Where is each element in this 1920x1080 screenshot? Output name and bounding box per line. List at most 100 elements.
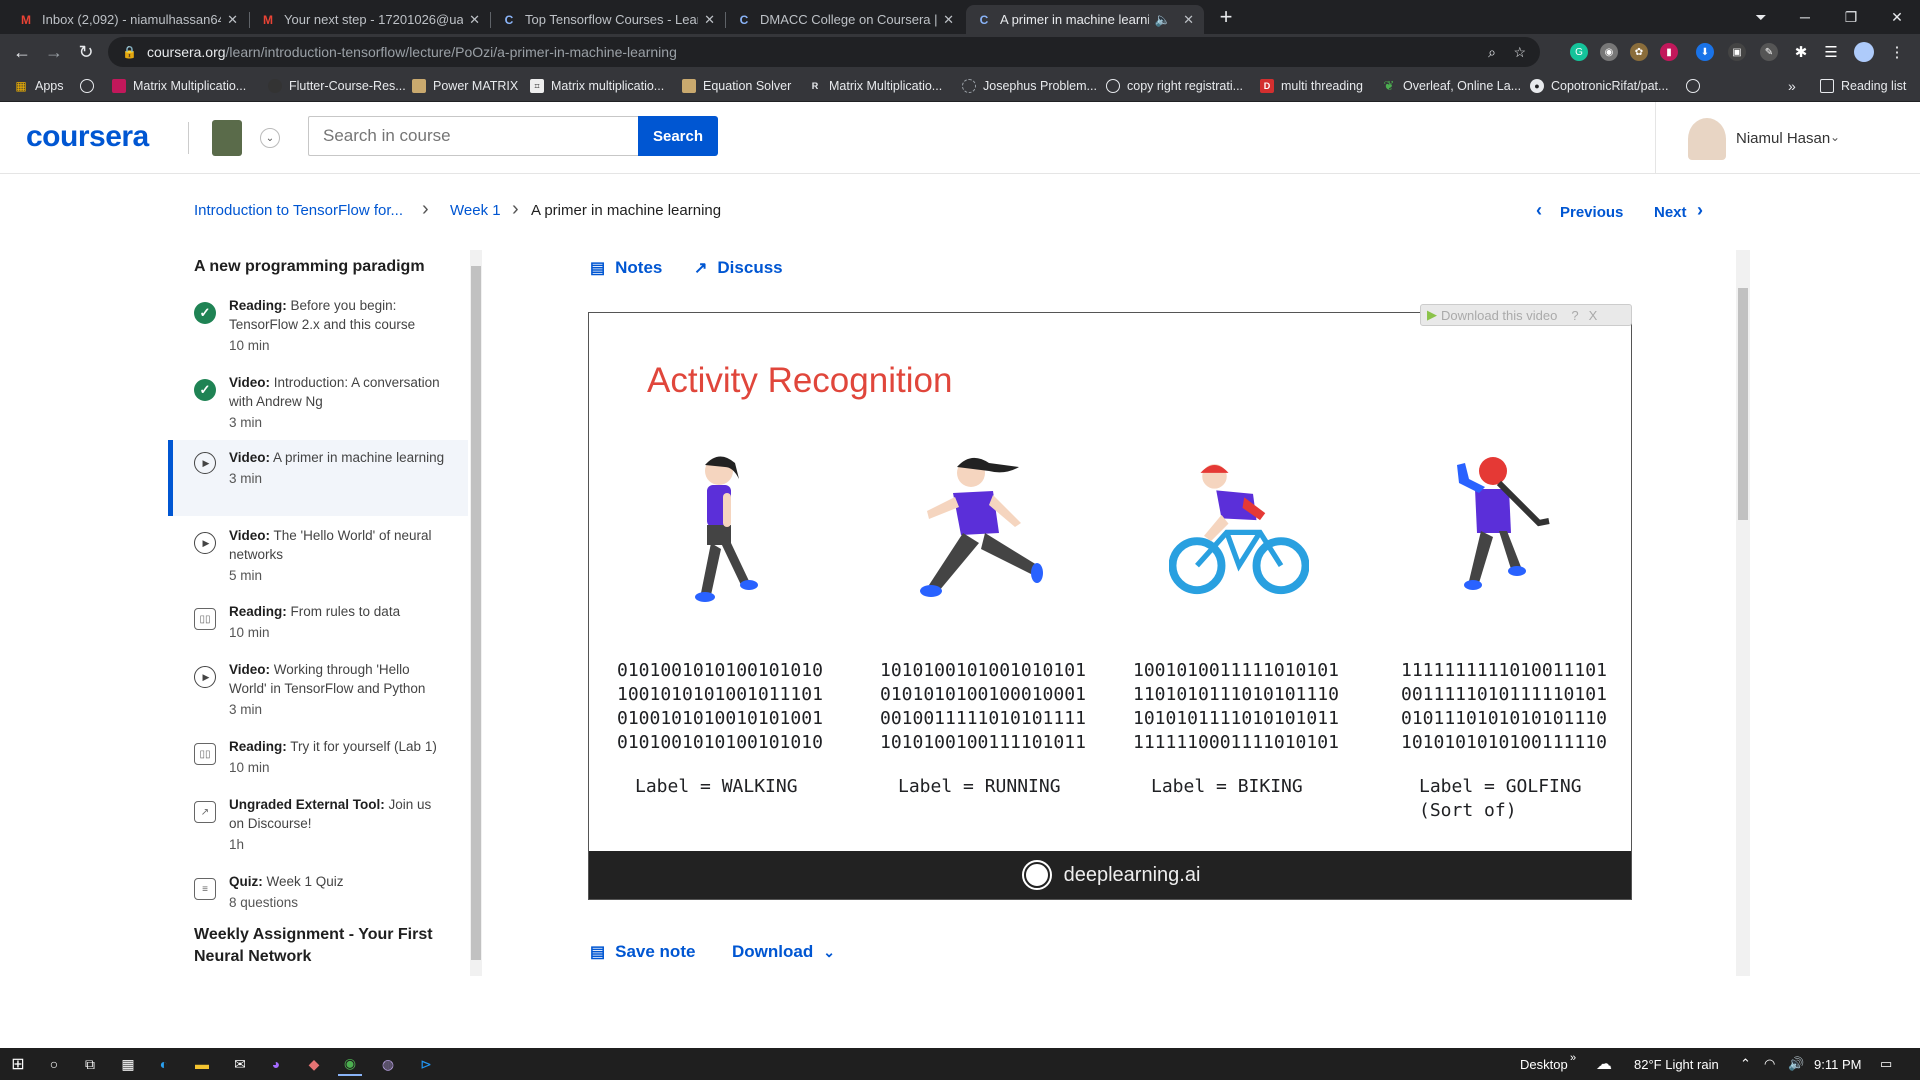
bookmark-item[interactable]: Flutter-Course-Res... [268, 70, 406, 102]
chevron-right-icon[interactable]: › [1697, 200, 1703, 221]
bookmark-item[interactable]: Josephus Problem... [962, 70, 1097, 102]
bookmark-item[interactable]: ⌗ Matrix multiplicatio... [530, 70, 664, 102]
bookmark-item[interactable]: Equation Solver [682, 70, 791, 102]
pen-extension-icon[interactable]: ✎ [1760, 43, 1778, 61]
grammarly-icon[interactable]: G [1570, 43, 1588, 61]
windows-start-icon[interactable]: ⊞ [6, 1052, 30, 1076]
extension-badge-icon[interactable]: ▮ [1660, 43, 1678, 61]
main-scrollbar[interactable] [1736, 250, 1750, 976]
back-icon[interactable]: ← [8, 38, 36, 66]
notification-icon[interactable]: ▭ [1880, 1048, 1892, 1080]
help-icon[interactable]: ? [1571, 308, 1578, 323]
breadcrumb-week[interactable]: Week 1 [450, 202, 501, 219]
clock[interactable]: 9:11 PM [1814, 1048, 1861, 1080]
vscode-icon[interactable]: ⊳ [414, 1052, 438, 1076]
puzzle-extensions-icon[interactable]: ✱ [1792, 43, 1810, 61]
tab-gmail-inbox[interactable]: M Inbox (2,092) - niamulhassan64@ ✕ [8, 5, 248, 34]
course-thumbnail[interactable] [212, 120, 242, 156]
bookmarks-overflow-button[interactable]: » [1788, 70, 1796, 102]
coursera-logo[interactable]: coursera [26, 120, 149, 154]
close-tab-icon[interactable]: ✕ [227, 12, 238, 28]
avatar[interactable] [1688, 118, 1726, 160]
notes-link[interactable]: ▤ Notes [590, 258, 662, 278]
restore-button[interactable]: ❐ [1828, 0, 1874, 34]
scrollbar-thumb[interactable] [1738, 288, 1748, 520]
close-tab-icon[interactable]: ✕ [469, 12, 480, 28]
bookmark-item[interactable]: ● CopotronicRifat/pat... [1530, 70, 1668, 102]
profile-avatar[interactable] [1854, 42, 1874, 62]
bookmark-item[interactable]: Power MATRIX [412, 70, 518, 102]
sidebar-item-hello-world[interactable]: ▶ Video: The 'Hello World' of neural net… [168, 520, 468, 594]
scrollbar-thumb[interactable] [471, 266, 481, 960]
bookmark-item[interactable]: copy right registrati... [1106, 70, 1243, 102]
bookmark-item[interactable] [80, 70, 101, 102]
media-control-icon[interactable]: ☰ [1822, 43, 1840, 61]
messenger-icon[interactable]: ◕ [264, 1052, 288, 1076]
close-icon[interactable]: X [1589, 308, 1598, 323]
bookmark-item[interactable] [1686, 70, 1707, 102]
bookmark-item[interactable]: Dmulti threading [1260, 70, 1363, 102]
sidebar-item-working-through[interactable]: ▶ Video: Working through 'Hello World' i… [168, 654, 468, 728]
search-button[interactable]: Search [638, 116, 718, 156]
sidebar-item-primer-machine-learning[interactable]: ▶ Video: A primer in machine learning 3 m… [168, 440, 468, 516]
close-window-button[interactable]: ✕ [1874, 0, 1920, 34]
chevron-up-icon[interactable]: ⌃ [1740, 1048, 1751, 1080]
sidebar-scrollbar[interactable] [470, 250, 482, 976]
new-tab-button[interactable]: + [1212, 3, 1240, 31]
tab-tensorflow-courses[interactable]: C Top Tensorflow Courses - Learn T ✕ [491, 5, 725, 34]
sidebar-item-discourse[interactable]: ↗ Ungraded External Tool: Join us on Dis… [168, 789, 468, 863]
camera-extension-icon[interactable]: ◉ [1600, 43, 1618, 61]
tab-primer-machine-learning[interactable]: C A primer in machine learning 🔈 ✕ [966, 5, 1204, 34]
chevron-down-icon[interactable]: ⌄ [260, 128, 280, 148]
address-bar[interactable]: 🔒 coursera.org/learn/introduction-tensor… [108, 37, 1540, 67]
desktop-toolbar[interactable]: Desktop [1520, 1048, 1568, 1080]
discuss-link[interactable]: ↗ Discuss [694, 258, 783, 278]
minimize-button[interactable]: ─ [1782, 0, 1828, 34]
app-icon[interactable]: ◍ [376, 1052, 400, 1076]
video-player[interactable]: Activity Recognition 0101001010100101010… [588, 312, 1632, 900]
screen-extension-icon[interactable]: ▣ [1728, 43, 1746, 61]
bookmark-item[interactable]: ❦ Overleaf, Online La... [1382, 70, 1522, 102]
chevron-down-icon[interactable]: ⌄ [1830, 130, 1840, 144]
sidebar-item-before-you-begin[interactable]: ✓ Reading: Before you begin: TensorFlow … [168, 290, 468, 364]
tab-gmail-next-step[interactable]: M Your next step - 17201026@uap- ✕ [250, 5, 490, 34]
tab-search-icon[interactable]: ⏷ [1747, 3, 1775, 31]
next-button[interactable]: Next [1654, 204, 1687, 221]
chrome-icon[interactable]: ◉ [338, 1052, 362, 1076]
bookmark-apps[interactable]: ▦ Apps [14, 70, 63, 102]
close-tab-icon[interactable]: ✕ [704, 12, 715, 28]
cortana-icon[interactable]: ○ [42, 1052, 66, 1076]
speaker-icon[interactable]: 🔈 [1155, 12, 1171, 28]
weather-widget[interactable]: 82°F Light rain [1634, 1048, 1719, 1080]
reload-icon[interactable]: ↻ [72, 38, 100, 66]
search-input[interactable] [308, 116, 638, 156]
app-icon[interactable]: ◆ [302, 1052, 326, 1076]
close-tab-icon[interactable]: ✕ [943, 12, 954, 28]
menu-kebab-icon[interactable]: ⋮ [1888, 43, 1906, 61]
breadcrumb-course[interactable]: Introduction to TensorFlow for... [194, 202, 403, 219]
save-note-button[interactable]: ▤ Save note [590, 942, 695, 962]
volume-icon[interactable]: 🔊 [1788, 1048, 1804, 1080]
reading-list-button[interactable]: Reading list [1820, 70, 1906, 102]
mail-icon[interactable]: ✉ [228, 1052, 252, 1076]
previous-button[interactable]: Previous [1560, 204, 1623, 221]
download-dropdown[interactable]: Download ⌄ [732, 942, 835, 962]
download-video-overlay[interactable]: ▶ Download this video ? X [1420, 304, 1632, 326]
user-name[interactable]: Niamul Hasan [1736, 130, 1830, 147]
chevron-left-icon[interactable]: ‹ [1536, 200, 1542, 221]
close-tab-icon[interactable]: ✕ [1183, 12, 1194, 28]
sidebar-item-introduction[interactable]: ✓ Video: Introduction: A conversation wi… [168, 367, 468, 441]
file-explorer-icon[interactable]: ▬ [190, 1052, 214, 1076]
extension-icon[interactable]: ✿ [1630, 43, 1648, 61]
task-view-icon[interactable]: ⧉ [78, 1052, 102, 1076]
next-section-title[interactable]: Weekly Assignment - Your First Neural Ne… [194, 924, 444, 968]
bookmark-item[interactable]: R Matrix Multiplicatio... [808, 70, 942, 102]
calculator-icon[interactable]: ▦ [116, 1052, 140, 1076]
desktop-overflow[interactable]: » [1570, 1042, 1576, 1074]
bookmark-star-icon[interactable]: ☆ [1513, 44, 1526, 61]
wifi-icon[interactable]: ◠ [1764, 1048, 1775, 1080]
bookmark-item[interactable]: Matrix Multiplicatio... [112, 70, 246, 102]
edge-icon[interactable]: ◐ [152, 1052, 176, 1076]
download-extension-icon[interactable]: ⬇ [1696, 43, 1714, 61]
tab-dmacc-college[interactable]: C DMACC College on Coursera | Co ✕ [726, 5, 964, 34]
